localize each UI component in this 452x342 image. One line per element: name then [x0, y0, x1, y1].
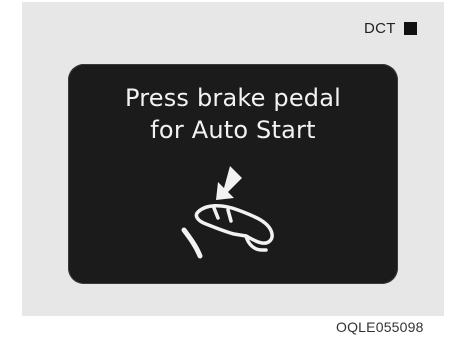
cluster-display: Press brake pedal for Auto Start	[68, 64, 398, 284]
message-line-1: Press brake pedal	[124, 84, 342, 112]
pedal-arc-icon	[181, 227, 203, 259]
square-marker-icon	[403, 21, 417, 35]
shoe-icon	[194, 204, 274, 252]
dct-tag: DCT	[364, 18, 417, 38]
figure-code: OQLE055098	[336, 319, 424, 335]
page: DCT Press brake pedal for Auto Start OQL…	[0, 0, 452, 342]
arrow-icon	[216, 166, 242, 200]
dct-label: DCT	[364, 19, 396, 37]
brake-pedal-icon	[181, 166, 274, 259]
message-line-2: for Auto Start	[150, 116, 316, 144]
